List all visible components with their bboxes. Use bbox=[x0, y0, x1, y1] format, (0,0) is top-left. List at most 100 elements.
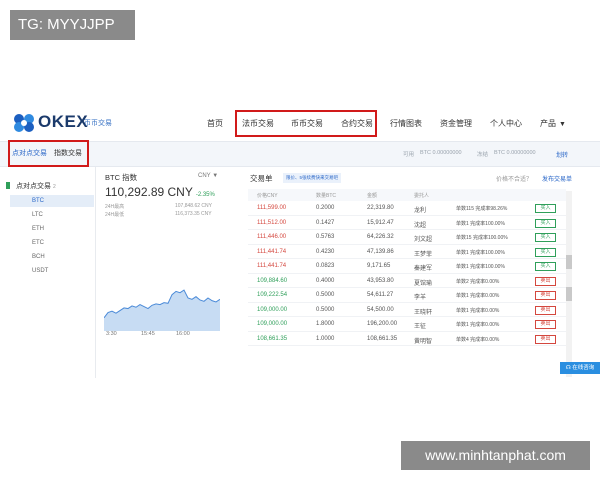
sell-button[interactable]: 卖出 bbox=[535, 276, 556, 286]
stats-cell: 单数1 完成率0.00% bbox=[456, 322, 500, 328]
total-cell: 9,171.65 bbox=[367, 263, 391, 269]
okex-logo-icon bbox=[14, 114, 34, 132]
table-row: 109,000.00 0.5000 54,500.00 王晓轩 单数1 完成率0.00%… bbox=[248, 303, 566, 317]
index-price-value: 110,292.89 CNY bbox=[105, 185, 193, 199]
stats-cell: 单数1 完成率0.00% bbox=[456, 307, 500, 314]
available-value: BTC 0.00000000 bbox=[420, 150, 462, 156]
price-cell: 109,000.00 bbox=[257, 306, 288, 313]
site-header: OKEX 币币交易 首页 法币交易 币币交易 合约交易 行情图表 资金管理 个人… bbox=[0, 103, 600, 141]
sidebar-item-bch[interactable]: BCH bbox=[10, 251, 94, 263]
price-cell: 109,000.00 bbox=[257, 321, 288, 327]
scroll-thumb[interactable] bbox=[566, 255, 572, 269]
table-row: 108,661.35 1.0000 108,661.35 黄明智 单数4 完成率0.00… bbox=[248, 332, 566, 346]
price-cell: 111,599.00 bbox=[257, 205, 287, 211]
total-cell: 196,200.00 bbox=[367, 321, 398, 327]
chart-tick: 15:45 bbox=[141, 331, 155, 337]
exchange-screenshot: OKEX 币币交易 首页 法币交易 币币交易 合约交易 行情图表 资金管理 个人… bbox=[0, 103, 600, 378]
user-cell: 王晓轩 bbox=[414, 309, 433, 316]
stats-cell: 单数2 完成率0.00% bbox=[456, 278, 500, 285]
user-cell: 王梦菲 bbox=[414, 251, 433, 258]
stats-cell: 单数115 完成率98.26% bbox=[456, 206, 508, 212]
sell-button[interactable]: 卖出 bbox=[535, 320, 556, 329]
nav-asset-management[interactable]: 资金管理 bbox=[440, 118, 472, 129]
buy-button[interactable]: 买入 bbox=[535, 204, 556, 213]
table-row: 111,441.74 0.0823 9,171.65 秦建军 单数1 完成率100.00… bbox=[248, 259, 566, 274]
stat-value: 116,373.35 CNY bbox=[175, 211, 212, 217]
sidebar-heading[interactable]: 点对点交易 2 bbox=[6, 181, 94, 193]
user-cell: 刘文超 bbox=[414, 237, 433, 243]
column-header: 委托人 bbox=[414, 193, 430, 199]
nav-products[interactable]: 产品 ▼ bbox=[540, 118, 566, 129]
caret-down-icon: ▼ bbox=[559, 121, 566, 128]
online-service-button[interactable]: ☊ 在线咨询 bbox=[560, 362, 600, 374]
price-cell: 109,884.60 bbox=[257, 277, 288, 284]
amount-cell: 1.8000 bbox=[316, 321, 335, 327]
scrollbar[interactable] bbox=[566, 191, 572, 377]
chart-area bbox=[104, 290, 220, 331]
sell-button[interactable]: 卖出 bbox=[535, 291, 556, 300]
sidebar-count: 2 bbox=[53, 184, 56, 190]
trade-tabs-bar: 点对点交易 指数交易 可用 BTC 0.00000000 冻结 BTC 0.00… bbox=[0, 140, 600, 167]
buy-button[interactable]: 买入 bbox=[535, 218, 556, 228]
buy-button[interactable]: 买入 bbox=[535, 233, 556, 242]
table-header: 价格CNY 数量BTC 金额 委托人 bbox=[248, 189, 566, 201]
price-cell: 108,661.35 bbox=[257, 335, 288, 342]
trade-tip-badge: 限价、5张续费快来交易吧 bbox=[283, 173, 342, 183]
table-row: 109,884.60 0.4000 43,953.80 夏馆瑜 单数2 完成率0.00%… bbox=[248, 274, 566, 288]
available-label: 可用 bbox=[403, 152, 415, 158]
transfer-link[interactable]: 划转 bbox=[556, 150, 568, 159]
scroll-thumb[interactable] bbox=[566, 287, 572, 301]
nav-home[interactable]: 首页 bbox=[207, 118, 223, 129]
buy-button[interactable]: 买入 bbox=[535, 247, 556, 257]
index-chart bbox=[104, 289, 220, 331]
amount-cell: 0.5000 bbox=[316, 306, 335, 313]
stat-label: 24H最低 bbox=[105, 212, 125, 218]
online-service-label: 在线咨询 bbox=[572, 365, 595, 371]
stats-cell: 单数1 完成率0.00% bbox=[456, 293, 500, 299]
price-cell: 109,222.54 bbox=[257, 292, 288, 298]
amount-cell: 0.2000 bbox=[316, 205, 335, 211]
total-cell: 22,319.80 bbox=[367, 205, 394, 211]
frozen-label: 冻结 bbox=[477, 152, 489, 158]
toggle-icon bbox=[6, 182, 10, 189]
sidebar-item-ltc[interactable]: LTC bbox=[10, 209, 94, 221]
total-cell: 54,500.00 bbox=[367, 306, 394, 313]
sidebar-item-etc[interactable]: ETC bbox=[10, 237, 94, 249]
amount-cell: 0.1427 bbox=[316, 219, 335, 226]
sidebar-item-btc[interactable]: BTC bbox=[10, 195, 94, 207]
stats-cell: 单数4 完成率0.00% bbox=[456, 336, 500, 343]
column-header: 金额 bbox=[367, 193, 378, 199]
total-cell: 43,953.80 bbox=[367, 277, 394, 284]
sidebar-item-eth[interactable]: ETH bbox=[10, 223, 94, 235]
sell-button[interactable]: 卖出 bbox=[535, 334, 556, 344]
page: TG: MYYJJPP OKEX 币币交易 首页 法币交易 币币交易 合约交易 … bbox=[0, 0, 600, 480]
price-cell: 111,446.00 bbox=[257, 234, 287, 240]
chart-tick: 16:00 bbox=[176, 331, 190, 337]
stat-label: 24H最高 bbox=[105, 204, 125, 210]
user-cell: 夏馆瑜 bbox=[414, 280, 433, 287]
nav-market-charts[interactable]: 行情图表 bbox=[390, 118, 422, 129]
trade-table: 交易单 限价、5张续费快来交易吧 价格不合适？ 发布交易单 价格CNY 数量BT… bbox=[248, 167, 578, 378]
frozen-value: BTC 0.00000000 bbox=[494, 150, 536, 156]
user-cell: 秦建军 bbox=[414, 266, 433, 272]
sidebar-item-usdt[interactable]: USDT bbox=[10, 265, 94, 277]
sell-button[interactable]: 卖出 bbox=[535, 305, 556, 315]
sidebar-heading-label: 点对点交易 bbox=[16, 183, 51, 190]
stats-cell: 单数1 完成率100.00% bbox=[456, 264, 505, 270]
headset-icon: ☊ bbox=[565, 365, 571, 371]
buy-button[interactable]: 买入 bbox=[535, 262, 556, 271]
price-cell: 111,512.00 bbox=[257, 219, 287, 226]
brand-subtitle: 币币交易 bbox=[84, 120, 112, 127]
column-header: 数量BTC bbox=[316, 193, 337, 199]
amount-cell: 0.0823 bbox=[316, 263, 335, 269]
currency-select[interactable]: CNY ▼ bbox=[198, 173, 218, 179]
column-header: 价格CNY bbox=[257, 193, 278, 199]
amount-cell: 1.0000 bbox=[316, 335, 335, 342]
table-row: 111,441.74 0.4230 47,139.86 王梦菲 单数1 完成率100.0… bbox=[248, 245, 566, 259]
tg-label: TG: MYYJJPP bbox=[10, 10, 135, 40]
nav-user-center[interactable]: 个人中心 bbox=[490, 118, 522, 129]
post-order-link[interactable]: 发布交易单 bbox=[542, 174, 572, 183]
stats-cell: 单数15 完成率100.00% bbox=[456, 235, 508, 241]
user-cell: 王征 bbox=[414, 324, 427, 330]
stats-cell: 单数1 完成率100.00% bbox=[456, 249, 505, 256]
